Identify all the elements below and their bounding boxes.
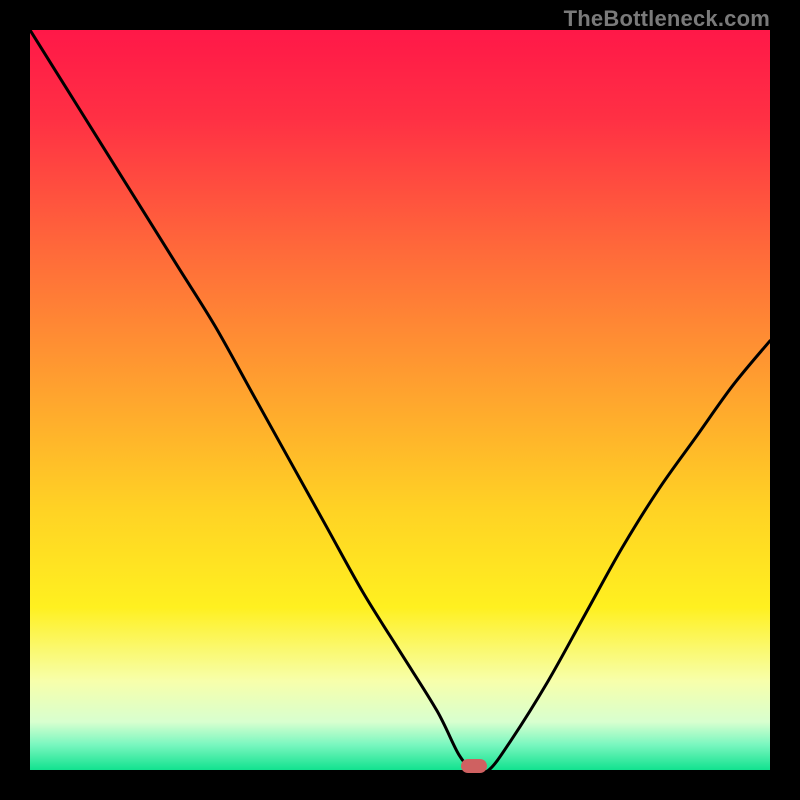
plot-area (30, 30, 770, 770)
chart-frame: TheBottleneck.com (0, 0, 800, 800)
optimal-point-marker (461, 759, 487, 773)
watermark-text: TheBottleneck.com (564, 6, 770, 32)
bottleneck-curve (30, 30, 770, 770)
